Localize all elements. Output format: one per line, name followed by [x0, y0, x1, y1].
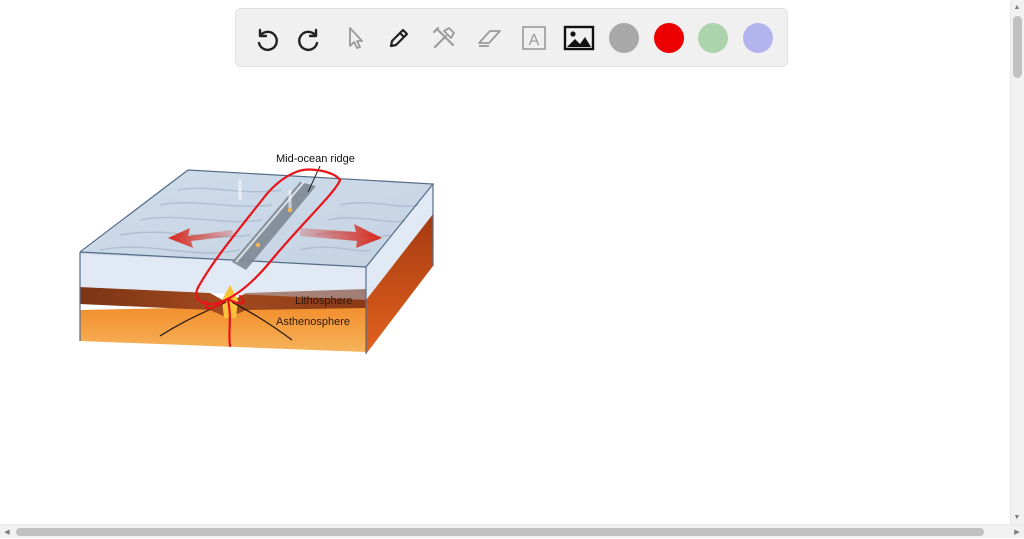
color-swatch-lavender[interactable]: [743, 23, 773, 53]
label-mid-ocean-ridge: Mid-ocean ridge: [276, 153, 355, 165]
redo-button[interactable]: [292, 20, 328, 56]
undo-icon: [257, 28, 278, 52]
pen-icon: [389, 28, 409, 48]
scroll-left-arrow[interactable]: ◀: [0, 525, 14, 539]
color-swatch-gray[interactable]: [609, 23, 639, 53]
ridge-diagram: Mid-ocean ridge Lithosphere Asthenospher…: [79, 153, 435, 354]
drawing-canvas[interactable]: Mid-ocean ridge Lithosphere Asthenospher…: [0, 75, 1010, 525]
image-button[interactable]: [561, 20, 597, 56]
undo-button[interactable]: [248, 20, 284, 56]
scroll-down-arrow[interactable]: ▼: [1010, 510, 1024, 524]
label-lithosphere: Lithosphere: [295, 295, 353, 307]
horizontal-scroll-thumb[interactable]: [16, 528, 984, 536]
eraser-button[interactable]: [471, 20, 507, 56]
color-swatch-green[interactable]: [698, 23, 728, 53]
text-icon: A: [522, 26, 546, 50]
tools-icon: [433, 27, 455, 48]
eraser-icon: [478, 30, 501, 47]
toolbar: A: [235, 8, 788, 67]
text-button[interactable]: A: [516, 20, 552, 56]
scroll-up-arrow[interactable]: ▲: [1010, 0, 1024, 14]
pointer-icon: [349, 27, 363, 49]
select-button[interactable]: [337, 20, 373, 56]
pen-button[interactable]: [381, 20, 417, 56]
tools-button[interactable]: [426, 20, 462, 56]
horizontal-scrollbar[interactable]: ◀ ▶: [0, 524, 1024, 538]
redo-icon: [298, 28, 319, 52]
svg-text:A: A: [529, 32, 540, 49]
vertical-scrollbar[interactable]: ▲ ▼: [1010, 0, 1024, 524]
scroll-right-arrow[interactable]: ▶: [1010, 525, 1024, 539]
color-swatch-red[interactable]: [654, 23, 684, 53]
vertical-scroll-thumb[interactable]: [1013, 16, 1022, 78]
label-asthenosphere: Asthenosphere: [276, 316, 350, 328]
image-icon: [563, 25, 595, 51]
